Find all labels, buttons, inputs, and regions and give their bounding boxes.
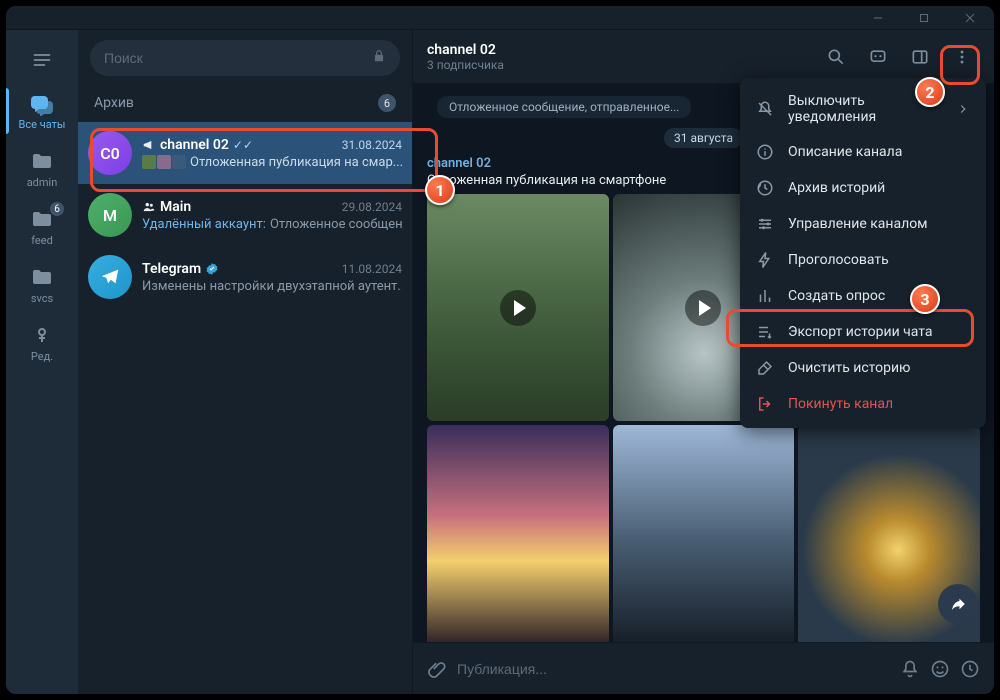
more-button[interactable] <box>944 39 980 75</box>
forward-button[interactable] <box>938 584 978 624</box>
chat-item-telegram[interactable]: Telegram 11.08.2024 Изменены настройки д… <box>78 246 412 308</box>
minimize-button[interactable] <box>856 6 900 30</box>
lock-icon[interactable] <box>372 49 386 67</box>
annotation-badge-3: 3 <box>910 284 940 314</box>
folder-label: Ред. <box>31 350 53 363</box>
chat-preview: Изменены настройки двухэтапной аутент... <box>142 279 402 294</box>
chat-area: channel 02 3 подписчика Отложенное сообщ… <box>413 30 994 694</box>
attach-button[interactable] <box>427 659 447 679</box>
menu-boost[interactable]: Проголосовать <box>740 242 986 278</box>
folder-edit[interactable]: Ред. <box>6 314 78 372</box>
archive-row[interactable]: Архив 6 <box>78 84 412 122</box>
media-image[interactable] <box>613 425 795 642</box>
folder-badge: 6 <box>50 202 64 216</box>
menu-story-archive[interactable]: Архив историй <box>740 170 986 206</box>
media-image[interactable] <box>427 425 609 642</box>
menu-label: Создать опрос <box>788 288 885 304</box>
menu-mute[interactable]: Выключить уведомления <box>740 84 986 134</box>
search-in-chat-button[interactable] <box>818 39 854 75</box>
more-menu: Выключить уведомления Описание канала Ар… <box>740 78 986 428</box>
avatar: M <box>88 193 132 237</box>
folder-rail: Все чаты admin 6 feed svcs Ред. <box>6 30 78 694</box>
menu-label: Архив историй <box>788 180 885 196</box>
menu-clear[interactable]: Очистить историю <box>740 350 986 386</box>
chat-header-title: channel 02 <box>427 42 504 58</box>
search-box[interactable] <box>90 40 400 76</box>
menu-label: Управление каналом <box>788 216 928 232</box>
emoji-button[interactable] <box>930 659 950 679</box>
titlebar <box>6 6 994 30</box>
chat-title: Main <box>160 199 191 215</box>
folder-admin[interactable]: admin <box>6 140 78 198</box>
chat-header-title-block[interactable]: channel 02 3 подписчика <box>427 42 504 72</box>
chat-item-channel02[interactable]: C0 channel 02 ✓✓ 31.08.2024 <box>78 122 412 184</box>
sidepanel-button[interactable] <box>902 39 938 75</box>
group-icon <box>142 200 156 214</box>
folder-feed[interactable]: 6 feed <box>6 198 78 256</box>
chat-list-panel: Архив 6 C0 channel 02 ✓✓ 31.08.2024 <box>78 30 413 694</box>
menu-leave[interactable]: Покинуть канал <box>740 386 986 422</box>
archive-count: 6 <box>378 94 396 112</box>
date-chip: 31 августа <box>664 128 743 148</box>
menu-label: Проголосовать <box>788 252 889 268</box>
chat-sender: Удалённый аккаунт: <box>142 217 266 232</box>
menu-label: Описание канала <box>788 144 902 160</box>
menu-poll[interactable]: Создать опрос <box>740 278 986 314</box>
annotation-badge-2: 2 <box>915 77 945 107</box>
maximize-button[interactable] <box>902 6 946 30</box>
composer-input[interactable] <box>457 661 890 677</box>
hamburger-button[interactable] <box>6 38 78 82</box>
collapsed-message: Отложенное сообщение, отправленное... <box>437 96 691 118</box>
app-window: Все чаты admin 6 feed svcs Ред. <box>6 6 994 694</box>
menu-export[interactable]: Экспорт истории чата <box>740 314 986 350</box>
preview-thumbs <box>142 155 186 169</box>
chat-date: 29.08.2024 <box>342 200 402 214</box>
chat-date: 11.08.2024 <box>342 262 402 276</box>
composer <box>413 642 994 694</box>
annotation-badge-1: 1 <box>425 175 455 205</box>
menu-description[interactable]: Описание канала <box>740 134 986 170</box>
folder-label: admin <box>27 176 58 189</box>
chat-header: channel 02 3 подписчика <box>413 30 994 84</box>
folder-label: svcs <box>31 292 53 305</box>
chat-header-subtitle: 3 подписчика <box>427 58 504 72</box>
chat-date: 31.08.2024 <box>342 138 402 152</box>
discussion-button[interactable] <box>860 39 896 75</box>
avatar <box>88 255 132 299</box>
menu-label: Покинуть канал <box>788 396 893 412</box>
chat-preview: Отложенное сообщен... <box>270 217 402 232</box>
verified-icon <box>205 262 219 276</box>
avatar: C0 <box>88 131 132 175</box>
read-check-icon: ✓✓ <box>233 138 253 152</box>
folder-all-chats[interactable]: Все чаты <box>6 82 78 140</box>
archive-label: Архив <box>94 95 134 111</box>
schedule-button[interactable] <box>960 659 980 679</box>
menu-manage[interactable]: Управление каналом <box>740 206 986 242</box>
folder-svcs[interactable]: svcs <box>6 256 78 314</box>
folder-label: feed <box>31 234 53 247</box>
chat-title: channel 02 <box>160 137 229 153</box>
close-button[interactable] <box>948 6 992 30</box>
chat-item-main[interactable]: M Main 29.08.2024 Удалённый аккаунт: Отл… <box>78 184 412 246</box>
menu-label: Очистить историю <box>788 360 911 376</box>
silent-button[interactable] <box>900 659 920 679</box>
search-input[interactable] <box>104 50 372 66</box>
chat-title: Telegram <box>142 261 201 277</box>
menu-label: Экспорт истории чата <box>788 324 933 340</box>
main-layout: Все чаты admin 6 feed svcs Ред. <box>6 30 994 694</box>
folder-label: Все чаты <box>19 118 66 131</box>
media-video[interactable] <box>427 194 609 421</box>
chat-preview: Отложенная публикация на смар... <box>190 155 402 170</box>
megaphone-icon <box>142 138 156 152</box>
